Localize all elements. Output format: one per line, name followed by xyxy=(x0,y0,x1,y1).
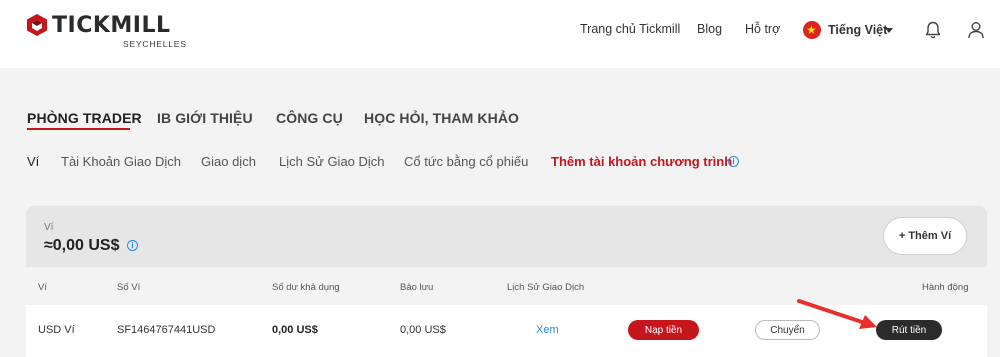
column-header-wallet-number: Số Ví xyxy=(117,282,141,293)
column-header-wallet: Ví xyxy=(38,282,47,293)
row-reserved-balance: 0,00 US$ xyxy=(400,324,446,336)
tab-education[interactable]: HỌC HỎI, THAM KHẢO xyxy=(364,110,519,126)
brand-name: TICKMILL xyxy=(52,13,171,38)
subtab-transaction-history[interactable]: Lịch Sử Giao Dịch xyxy=(279,154,385,169)
language-label: Tiếng Việt xyxy=(828,23,888,37)
view-history-link[interactable]: Xem xyxy=(536,324,559,336)
bell-icon[interactable] xyxy=(923,20,943,40)
tab-trader-room[interactable]: PHÒNG TRADER xyxy=(27,110,142,126)
subtab-transactions[interactable]: Giao dịch xyxy=(201,154,256,169)
wallet-summary-label: Ví xyxy=(44,222,54,233)
nav-link-home[interactable]: Trang chủ Tickmill xyxy=(580,22,680,36)
nav-link-support[interactable]: Hỗ trợ xyxy=(745,22,780,36)
tickmill-logo-icon xyxy=(27,14,47,36)
row-available-balance: 0,00 US$ xyxy=(272,324,318,336)
subtab-add-program-account[interactable]: Thêm tài khoản chương trình xyxy=(551,154,732,169)
deposit-button[interactable]: Nạp tiền xyxy=(628,320,699,340)
column-header-available-balance: Số dư khả dụng xyxy=(272,282,340,293)
subtab-stock-dividends[interactable]: Cổ tức bằng cổ phiếu xyxy=(404,154,528,169)
wallet-total-balance: ≈0,00 US$ xyxy=(44,237,120,254)
tab-ib-introduction[interactable]: IB GIỚI THIỆU xyxy=(157,110,253,126)
user-icon[interactable] xyxy=(966,20,986,40)
vietnam-flag-icon: ★ xyxy=(803,21,821,39)
chevron-down-icon xyxy=(885,28,893,33)
tab-tools[interactable]: CÔNG CỤ xyxy=(276,110,343,126)
annotation-arrow xyxy=(797,299,877,329)
tickmill-logo[interactable]: TICKMILL SEYCHELLES xyxy=(26,12,186,52)
active-tab-indicator xyxy=(27,128,130,130)
balance-info-icon[interactable]: i xyxy=(127,240,138,251)
subtab-wallet[interactable]: Ví xyxy=(27,154,39,169)
brand-subtitle: SEYCHELLES xyxy=(123,39,187,49)
column-header-actions: Hành động xyxy=(922,282,969,293)
withdraw-button[interactable]: Rút tiền xyxy=(876,320,942,340)
column-header-transaction-history: Lịch Sử Giao Dịch xyxy=(507,282,585,293)
row-wallet-name: USD Ví xyxy=(38,324,75,336)
column-header-reserved: Bảo lưu xyxy=(400,282,434,293)
nav-link-blog[interactable]: Blog xyxy=(697,22,722,36)
wallet-summary-card: Ví ≈0,00 US$ i + Thêm Ví xyxy=(26,206,987,267)
add-wallet-button[interactable]: + Thêm Ví xyxy=(883,217,967,255)
top-header: TICKMILL SEYCHELLES Trang chủ Tickmill B… xyxy=(0,0,1000,68)
info-icon[interactable]: i xyxy=(728,156,739,167)
subtab-trading-accounts[interactable]: Tài Khoản Giao Dịch xyxy=(61,154,181,169)
row-wallet-number: SF1464767441USD xyxy=(117,324,216,336)
